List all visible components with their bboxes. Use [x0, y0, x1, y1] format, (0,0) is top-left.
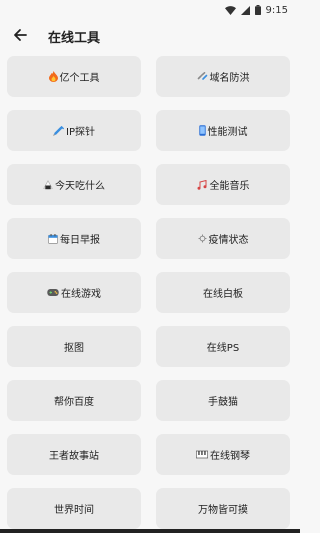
tool-card-touch-anything[interactable]: 万物皆可摸: [156, 488, 290, 529]
status-time: 9:15: [265, 4, 288, 16]
tool-label: 王者故事站: [49, 451, 99, 462]
arrow-left-icon: [13, 27, 27, 46]
battery-icon: [254, 5, 261, 15]
tool-label: 今天吃什么: [55, 181, 105, 192]
tool-card-eat[interactable]: 今天吃什么: [7, 164, 141, 205]
virus-icon: [198, 234, 207, 243]
back-button[interactable]: [2, 20, 38, 52]
tool-label: 性能测试: [207, 127, 248, 138]
tool-label: 在线游戏: [61, 289, 101, 300]
tool-label: 手鼓猫: [208, 397, 238, 408]
page-title: 在线工具: [48, 30, 101, 46]
link-icon: [197, 71, 208, 82]
music-notes-icon: [197, 179, 208, 190]
fire-icon: [48, 71, 58, 82]
tool-card-ip-probe[interactable]: IP探针: [7, 110, 141, 151]
gamepad-icon: [47, 288, 59, 297]
tool-card-online-ps[interactable]: 在线PS: [156, 326, 290, 367]
signal-icon: [240, 5, 250, 15]
tool-grid: 亿个工具 域名防洪 IP探针 性能测试 今天吃什么 全能音乐 每日早报 疫情状态…: [7, 56, 294, 529]
app-bar: 在线工具: [0, 20, 300, 52]
syringe-icon: [53, 125, 64, 136]
calendar-icon: [48, 233, 58, 244]
tool-card-games[interactable]: 在线游戏: [7, 272, 141, 313]
wifi-icon: [224, 5, 236, 15]
tool-label: 疫情状态: [208, 235, 249, 246]
tool-card-honor-stories[interactable]: 王者故事站: [7, 434, 141, 475]
tool-label: 亿个工具: [59, 73, 100, 84]
tool-label: 抠图: [64, 343, 84, 354]
phone-icon: [198, 125, 206, 136]
tool-card-performance[interactable]: 性能测试: [156, 110, 290, 151]
tool-card-daily-news[interactable]: 每日早报: [7, 218, 141, 259]
tool-label: 帮你百度: [54, 397, 94, 408]
status-bar: 9:15: [0, 0, 300, 20]
tool-label: 在线PS: [206, 343, 240, 354]
tool-card-piano[interactable]: 在线钢琴: [156, 434, 290, 475]
tool-card-baidu[interactable]: 帮你百度: [7, 380, 141, 421]
tool-card-music[interactable]: 全能音乐: [156, 164, 290, 205]
tool-card-domain[interactable]: 域名防洪: [156, 56, 290, 97]
tool-label: 每日早报: [60, 235, 100, 246]
tool-card-whiteboard[interactable]: 在线白板: [156, 272, 290, 313]
tool-label: 在线白板: [203, 289, 243, 300]
tool-card-epidemic[interactable]: 疫情状态: [156, 218, 290, 259]
piano-icon: [196, 450, 208, 459]
tool-label: 在线钢琴: [210, 451, 250, 462]
tool-card-cutout[interactable]: 抠图: [7, 326, 141, 367]
tool-card-yige[interactable]: 亿个工具: [7, 56, 141, 97]
tool-card-world-time[interactable]: 世界时间: [7, 488, 141, 529]
tool-card-drum-cat[interactable]: 手鼓猫: [156, 380, 290, 421]
tool-label: IP探针: [66, 127, 95, 138]
tool-label: 域名防洪: [209, 73, 250, 84]
bottom-bar: [0, 529, 300, 533]
rice-ball-icon: [43, 179, 53, 190]
tool-label: 世界时间: [54, 505, 94, 516]
tool-label: 万物皆可摸: [198, 505, 248, 516]
tool-label: 全能音乐: [209, 181, 250, 192]
